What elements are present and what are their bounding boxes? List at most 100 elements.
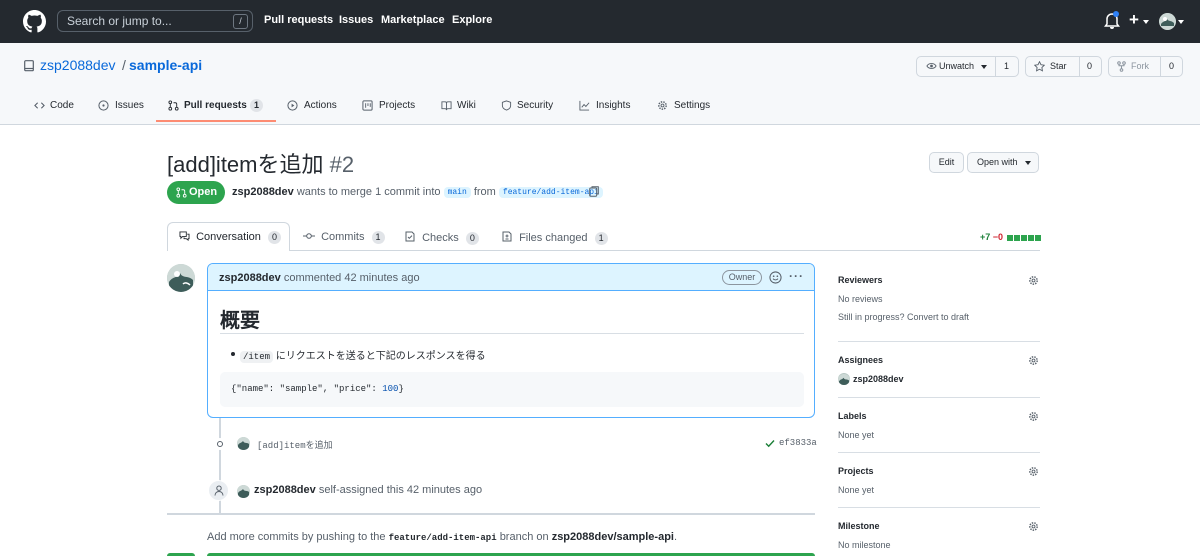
base-branch[interactable]: main — [443, 187, 471, 198]
head-branch[interactable]: feature/add-item-api — [498, 187, 603, 198]
global-header: / Pull requests Issues Marketplace Explo… — [0, 0, 1200, 43]
issue-icon — [98, 100, 109, 111]
user-avatar[interactable] — [1159, 13, 1176, 30]
milestone-title[interactable]: Milestone — [838, 521, 880, 531]
reviewers-value: No reviews — [838, 294, 883, 304]
graph-icon — [579, 100, 590, 111]
tab-issues[interactable]: Issues — [98, 98, 148, 125]
star-button[interactable]: Star — [1050, 57, 1067, 76]
gear-icon[interactable] — [1028, 355, 1039, 366]
copy-icon[interactable] — [589, 186, 599, 197]
eye-icon — [926, 63, 937, 69]
pull-request-icon — [168, 100, 179, 111]
create-new-button[interactable]: + — [1129, 10, 1139, 30]
tab-files-changed[interactable]: Files changed 1 — [502, 231, 608, 245]
repo-name-link[interactable]: sample-api — [129, 57, 202, 73]
commit-author-avatar[interactable] — [237, 437, 250, 450]
commit-sha-link[interactable]: ef3833a — [779, 438, 817, 448]
gear-icon — [658, 101, 667, 110]
assignee-link[interactable]: zsp2088dev — [853, 374, 904, 384]
star-button-group: Star 0 — [1025, 56, 1102, 77]
labels-title[interactable]: Labels — [838, 411, 867, 421]
pr-title-text: [add]itemを追加 — [167, 152, 324, 177]
pr-number: #2 — [329, 152, 355, 177]
gear-icon[interactable] — [1028, 275, 1039, 286]
tab-conversation[interactable]: Conversation 0 — [179, 231, 281, 244]
tab-settings[interactable]: Settings — [657, 98, 717, 125]
fork-button[interactable]: Fork — [1131, 57, 1149, 76]
projects-title[interactable]: Projects — [838, 466, 874, 476]
convert-to-draft-link[interactable]: Still in progress? Convert to draft — [838, 312, 969, 322]
sidebar-projects: Projects None yet — [838, 466, 1040, 506]
tab-insights[interactable]: Insights — [579, 98, 639, 125]
diff-stat-blocks — [1006, 233, 1041, 243]
assignee-avatar[interactable] — [838, 373, 850, 385]
reviewers-title[interactable]: Reviewers — [838, 275, 883, 285]
watch-button-group: Unwatch 1 — [916, 56, 1019, 77]
tab-checks[interactable]: Checks 0 — [405, 231, 479, 245]
checks-count: 0 — [465, 232, 479, 245]
nav-pull-requests[interactable]: Pull requests — [264, 14, 333, 26]
commit-message-link[interactable]: [add]itemを追加 — [257, 438, 333, 451]
comment-header: zsp2088dev commented 42 minutes ago Owne… — [208, 264, 814, 291]
chevron-down-icon[interactable] — [981, 65, 987, 69]
sidebar-divider — [838, 341, 1040, 342]
assignee-event-avatar[interactable] — [237, 485, 250, 498]
comment-author-avatar[interactable] — [167, 264, 195, 292]
play-icon — [287, 100, 298, 111]
gear-icon[interactable] — [1028, 466, 1039, 477]
sidebar-assignees: Assignees zsp2088dev — [838, 355, 1040, 395]
stars-count[interactable]: 0 — [1087, 57, 1092, 76]
comment-timestamp[interactable]: commented 42 minutes ago — [284, 272, 420, 284]
tab-projects[interactable]: Projects — [362, 98, 422, 125]
tab-code[interactable]: Code — [34, 98, 82, 125]
open-with-button[interactable]: Open with — [967, 152, 1039, 173]
project-icon — [362, 100, 373, 111]
book-icon — [441, 101, 452, 111]
repo-owner-link[interactable]: zsp2088dev — [40, 57, 116, 73]
unread-indicator — [1113, 11, 1119, 17]
file-diff-icon — [502, 231, 512, 242]
nav-issues[interactable]: Issues — [339, 14, 373, 26]
comment-author-link[interactable]: zsp2088dev — [219, 272, 281, 284]
search-shortcut-hint: / — [233, 14, 248, 29]
forks-count[interactable]: 0 — [1169, 57, 1174, 76]
search-box[interactable]: / — [57, 10, 253, 32]
page-title: [add]itemを追加 #2 — [167, 147, 354, 179]
fork-icon — [1117, 61, 1126, 72]
diff-stat: +7 −0 — [980, 232, 1041, 243]
conversation-count: 0 — [267, 231, 281, 244]
tab-security[interactable]: Security — [501, 98, 561, 125]
pull-request-count: 1 — [250, 99, 264, 112]
add-reaction-icon[interactable] — [769, 271, 782, 284]
tab-wiki[interactable]: Wiki — [441, 98, 481, 125]
unwatch-button[interactable]: Unwatch — [939, 57, 974, 76]
tab-actions[interactable]: Actions — [287, 98, 342, 125]
gear-icon[interactable] — [1028, 521, 1039, 532]
push-repo-link[interactable]: zsp2088dev/sample-api — [552, 531, 674, 543]
edit-title-button[interactable]: Edit — [929, 152, 964, 173]
inline-code: /item — [240, 351, 274, 363]
chevron-down-icon[interactable] — [1143, 20, 1149, 24]
assignment-user-link[interactable]: zsp2088dev — [254, 484, 316, 496]
nav-marketplace[interactable]: Marketplace — [381, 14, 445, 26]
assignees-title[interactable]: Assignees — [838, 355, 883, 365]
deletions-count: −0 — [992, 232, 1004, 242]
code-icon — [34, 102, 45, 109]
comment-discussion-icon — [179, 231, 190, 241]
nav-explore[interactable]: Explore — [452, 14, 492, 26]
comment-meta: zsp2088dev commented 42 minutes ago — [219, 272, 420, 284]
commits-count: 1 — [371, 231, 385, 244]
additions-count: +7 — [980, 232, 991, 242]
watchers-count[interactable]: 1 — [1004, 57, 1009, 76]
check-icon[interactable] — [765, 438, 775, 448]
github-logo-icon[interactable] — [23, 10, 46, 33]
chevron-down-icon[interactable] — [1178, 20, 1184, 24]
search-input[interactable] — [58, 11, 252, 31]
markdown-heading: 概要 — [220, 310, 260, 332]
pr-author-link[interactable]: zsp2088dev — [232, 186, 294, 198]
comment-options-icon[interactable]: ··· — [789, 269, 804, 283]
gear-icon[interactable] — [1028, 411, 1039, 422]
sidebar-divider — [838, 397, 1040, 398]
tab-commits[interactable]: Commits 1 — [303, 231, 385, 244]
